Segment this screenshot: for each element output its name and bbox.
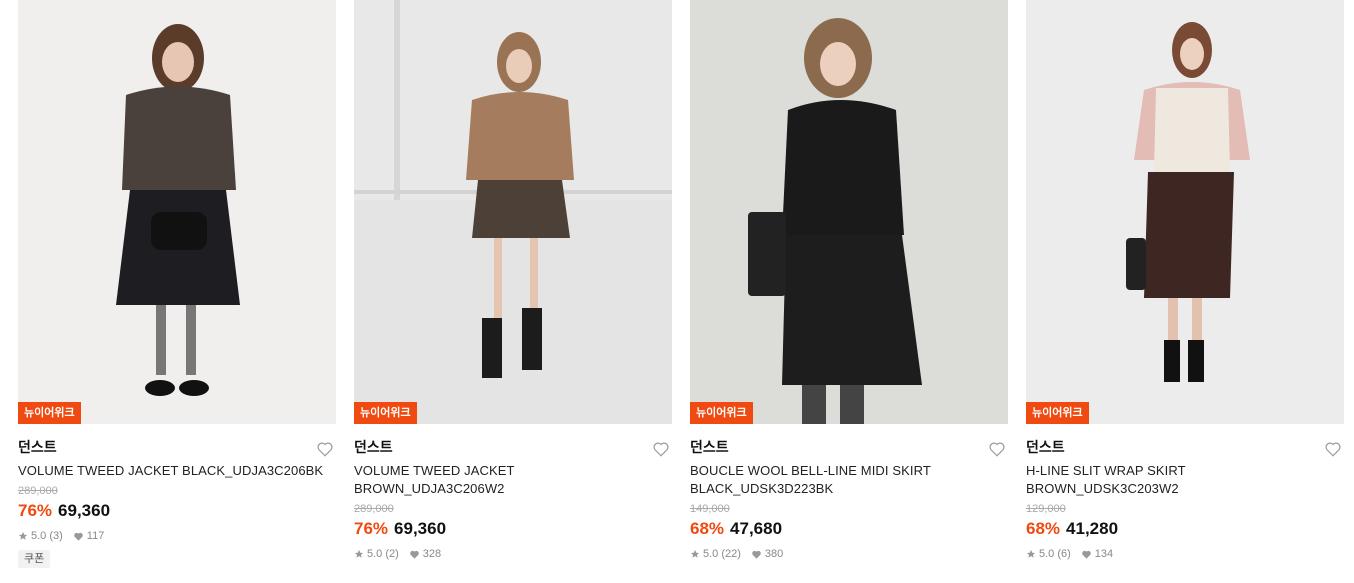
sale-price: 69,360 — [394, 519, 447, 538]
rating: 5.0 (2) — [354, 546, 399, 562]
rating-text: 5.0 (6) — [1039, 548, 1071, 560]
product-meta: 5.0 (3) 117 — [18, 528, 336, 544]
product-image[interactable]: 뉴이어위크 — [1026, 0, 1344, 424]
original-price: 289,000 — [18, 485, 58, 497]
likes: 117 — [73, 528, 105, 544]
heart-icon — [1082, 550, 1091, 559]
brand-name[interactable]: 던스트 — [1026, 438, 1344, 456]
product-name[interactable]: BOUCLE WOOL BELL-LINE MIDI SKIRT BLACK_U… — [690, 462, 960, 498]
rating: 5.0 (3) — [18, 528, 63, 544]
price-line: 68% 47,680 — [690, 518, 1008, 540]
original-price: 289,000 — [354, 503, 394, 515]
heart-outline-icon[interactable] — [988, 440, 1006, 458]
star-icon — [354, 549, 364, 558]
product-image[interactable]: 뉴이어위크 — [354, 0, 672, 424]
heart-outline-icon[interactable] — [316, 440, 334, 458]
likes: 380 — [751, 546, 783, 562]
brand-name[interactable]: 던스트 — [18, 438, 336, 456]
product-image[interactable]: 뉴이어위크 — [690, 0, 1008, 424]
likes-count: 134 — [1094, 548, 1114, 560]
product-meta: 5.0 (22) 380 — [690, 546, 1008, 562]
event-badge: 뉴이어위크 — [690, 402, 753, 424]
star-icon — [690, 549, 700, 558]
brand-name[interactable]: 던스트 — [354, 438, 672, 456]
model-photo — [354, 0, 672, 424]
discount-rate: 76% — [354, 519, 389, 538]
product-info: 던스트 VOLUME TWEED JACKET BLACK_UDJA3C206B… — [18, 424, 336, 568]
star-icon — [1026, 549, 1036, 558]
model-photo — [690, 0, 1008, 424]
original-price: 129,000 — [1026, 503, 1066, 515]
likes-count: 380 — [764, 548, 784, 560]
rating-text: 5.0 (2) — [367, 548, 399, 560]
sale-price: 47,680 — [730, 519, 783, 538]
product-card[interactable]: 뉴이어위크 던스트 BOUCLE WOOL BELL-LINE MIDI SKI… — [690, 0, 1008, 568]
rating: 5.0 (6) — [1026, 546, 1071, 562]
product-image[interactable]: 뉴이어위크 — [18, 0, 336, 424]
likes: 328 — [409, 546, 441, 562]
product-meta: 5.0 (6) 134 — [1026, 546, 1344, 562]
heart-icon — [752, 550, 761, 559]
price-line: 68% 41,280 — [1026, 518, 1344, 540]
product-card[interactable]: 뉴이어위크 던스트 VOLUME TWEED JACKET BROWN_UDJA… — [354, 0, 672, 568]
model-photo — [1026, 0, 1344, 424]
product-card[interactable]: 뉴이어위크 던스트 VOLUME TWEED JACKET BLACK_UDJA… — [18, 0, 336, 568]
product-info: 던스트 BOUCLE WOOL BELL-LINE MIDI SKIRT BLA… — [690, 424, 1008, 562]
price-line: 76% 69,360 — [18, 500, 336, 522]
sale-price: 69,360 — [58, 501, 111, 520]
price-line: 76% 69,360 — [354, 518, 672, 540]
heart-icon — [74, 532, 83, 541]
product-grid: 뉴이어위크 던스트 VOLUME TWEED JACKET BLACK_UDJA… — [18, 0, 1344, 568]
product-info: 던스트 H-LINE SLIT WRAP SKIRT BROWN_UDSK3C2… — [1026, 424, 1344, 562]
heart-icon — [410, 550, 419, 559]
model-photo — [18, 0, 336, 424]
rating-text: 5.0 (3) — [31, 530, 63, 542]
product-info: 던스트 VOLUME TWEED JACKET BROWN_UDJA3C206W… — [354, 424, 672, 562]
heart-outline-icon[interactable] — [1324, 440, 1342, 458]
product-meta: 5.0 (2) 328 — [354, 546, 672, 562]
product-card[interactable]: 뉴이어위크 던스트 H-LINE SLIT WRAP SKIRT BROWN_U… — [1026, 0, 1344, 568]
event-badge: 뉴이어위크 — [354, 402, 417, 424]
sale-price: 41,280 — [1066, 519, 1119, 538]
event-badge: 뉴이어위크 — [18, 402, 81, 424]
star-icon — [18, 531, 28, 540]
discount-rate: 76% — [18, 501, 53, 520]
original-price: 149,000 — [690, 503, 730, 515]
likes: 134 — [1081, 546, 1113, 562]
discount-rate: 68% — [690, 519, 725, 538]
rating: 5.0 (22) — [690, 546, 741, 562]
rating-text: 5.0 (22) — [703, 548, 741, 560]
coupon-tag: 쿠폰 — [18, 550, 51, 568]
heart-outline-icon[interactable] — [652, 440, 670, 458]
event-badge: 뉴이어위크 — [1026, 402, 1089, 424]
product-name[interactable]: VOLUME TWEED JACKET BLACK_UDJA3C206BK — [18, 462, 328, 480]
discount-rate: 68% — [1026, 519, 1061, 538]
likes-count: 328 — [422, 548, 442, 560]
product-name[interactable]: VOLUME TWEED JACKET BROWN_UDJA3C206W2 — [354, 462, 554, 498]
brand-name[interactable]: 던스트 — [690, 438, 1008, 456]
product-name[interactable]: H-LINE SLIT WRAP SKIRT BROWN_UDSK3C203W2 — [1026, 462, 1226, 498]
likes-count: 117 — [86, 530, 105, 542]
